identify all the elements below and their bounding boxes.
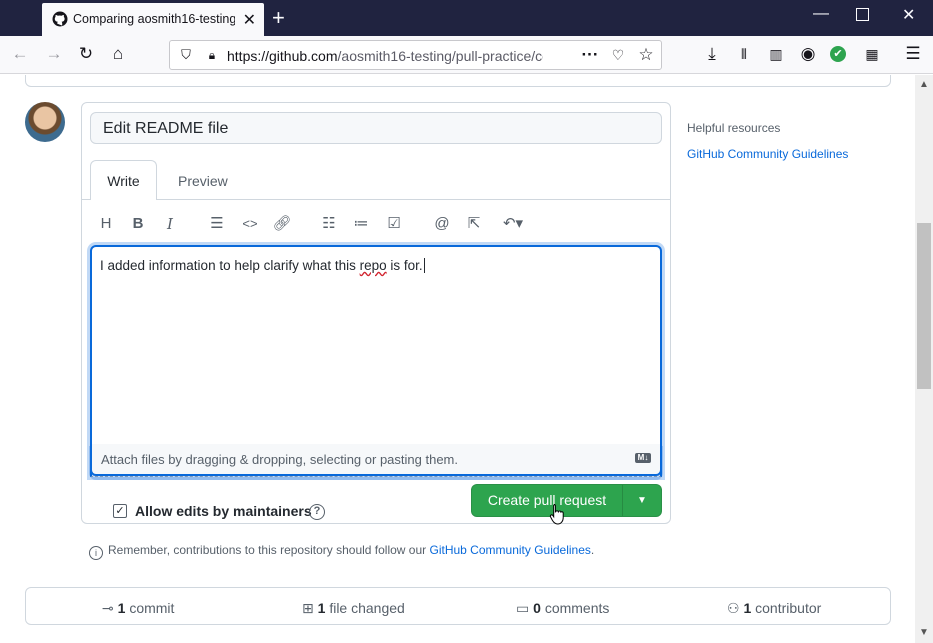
page-content: Edit README file Write Preview H B I ☰ <… <box>0 75 915 643</box>
markdown-icon[interactable]: M↓ <box>635 453 651 463</box>
account-icon[interactable]: ◉ <box>798 44 818 64</box>
tabs-divider <box>82 199 670 200</box>
heading-icon[interactable]: H <box>96 214 116 234</box>
window-close-icon[interactable]: ✕ <box>902 5 915 25</box>
downloads-icon[interactable]: ⤓ <box>702 44 722 64</box>
home-icon[interactable]: ⌂ <box>108 44 128 64</box>
files-count: 1 <box>317 600 326 616</box>
tab-preview[interactable]: Preview <box>178 173 228 189</box>
quote-icon[interactable]: ☰ <box>207 214 227 234</box>
browser-tabbar: Comparing aosmith16-testing: ✕ + — ✕ <box>0 0 933 36</box>
extension-check-icon[interactable]: ✔ <box>830 46 846 62</box>
back-icon[interactable]: ← <box>10 44 30 64</box>
contributors-label: contributor <box>755 600 822 616</box>
url-path: /aosmith16-testing/pull-practice/comp <box>337 48 543 64</box>
browser-navbar: ← → ↻ ⌂ ⛉ 🔒︎ https://github.com/aosmith1… <box>0 36 933 74</box>
comments-count: 0 <box>533 600 541 616</box>
extension-grid-icon[interactable]: ▦ <box>862 44 882 64</box>
sidebar-icon[interactable]: ▥ <box>766 44 786 64</box>
attach-files-bar[interactable]: Attach files by dragging & dropping, sel… <box>90 444 662 476</box>
hand-cursor-icon <box>549 504 564 525</box>
scrollbar-thumb[interactable] <box>917 223 931 389</box>
stat-files[interactable]: ⊞ 1 file changed <box>302 600 405 617</box>
ordered-list-icon[interactable]: ≔ <box>351 214 371 234</box>
pocket-icon[interactable]: ♡ <box>608 45 628 65</box>
code-icon[interactable]: <> <box>240 214 260 234</box>
helpful-resources-heading: Helpful resources <box>687 121 781 135</box>
commits-count: 1 <box>117 600 126 616</box>
library-icon[interactable]: ⫴ <box>734 44 754 64</box>
stat-commits[interactable]: ⊸ 1 commit <box>102 600 174 617</box>
allow-edits-label[interactable]: Allow edits by maintainers <box>135 503 312 519</box>
pr-body-textarea[interactable]: I added information to help clarify what… <box>90 245 662 477</box>
scroll-down-icon[interactable]: ▼ <box>919 627 929 638</box>
tab-title: Comparing aosmith16-testing: <box>73 12 235 26</box>
stat-contributors[interactable]: ⚇ 1 contributor <box>727 600 821 617</box>
minimize-icon[interactable]: — <box>813 5 829 23</box>
url-host: https://github.com <box>227 48 338 64</box>
task-list-icon[interactable]: ☑ <box>384 214 404 234</box>
menu-icon[interactable]: ☰ <box>903 44 923 64</box>
body-text-misspelled: repo <box>359 258 387 273</box>
chevron-down-icon[interactable]: ▼ <box>623 485 661 516</box>
notice-suffix: . <box>590 543 595 557</box>
help-icon[interactable]: ? <box>309 504 325 520</box>
page-scrollbar[interactable]: ▲ ▼ <box>915 75 933 643</box>
unordered-list-icon[interactable]: ☷ <box>319 214 339 234</box>
body-text-end: is for. <box>386 258 423 273</box>
pr-title-input[interactable]: Edit README file <box>90 112 662 144</box>
notice-text: Remember, contributions to this reposito… <box>108 543 430 557</box>
page-actions-icon[interactable]: ··· <box>580 45 600 65</box>
reload-icon[interactable]: ↻ <box>76 44 96 64</box>
contribution-notice: i Remember, contributions to this reposit… <box>89 543 594 560</box>
cross-reference-icon[interactable]: ⇱ <box>464 214 484 234</box>
maximize-icon[interactable] <box>856 8 869 21</box>
tab-write[interactable]: Write <box>90 160 157 200</box>
github-icon <box>52 11 68 27</box>
mention-icon[interactable]: @ <box>432 214 452 234</box>
avatar[interactable] <box>25 102 65 142</box>
community-guidelines-link[interactable]: GitHub Community Guidelines <box>687 147 848 161</box>
bookmark-star-icon[interactable]: ☆ <box>636 45 656 65</box>
forward-icon[interactable]: → <box>44 44 64 64</box>
bold-icon[interactable]: B <box>128 214 148 234</box>
create-pull-request-label[interactable]: Create pull request <box>472 485 622 516</box>
close-tab-icon[interactable]: ✕ <box>243 10 256 30</box>
compare-stats: ⊸ 1 commit ⊞ 1 file changed ▭ 0 comments… <box>25 587 891 625</box>
lock-icon[interactable]: 🔒︎ <box>202 45 222 65</box>
attach-hint: Attach files by dragging & dropping, sel… <box>101 452 458 467</box>
contributors-count: 1 <box>743 600 752 616</box>
previous-box <box>25 75 891 87</box>
body-text-start: I added information to help clarify what… <box>100 258 360 273</box>
allow-edits-checkbox[interactable]: ✓ <box>113 504 127 518</box>
create-pull-request-button[interactable]: Create pull request ▼ <box>471 484 662 517</box>
link-icon[interactable]: 🔗︎ <box>272 214 292 234</box>
comments-label: comments <box>544 600 610 616</box>
saved-replies-icon[interactable]: ↶▾ <box>498 214 528 234</box>
url-bar[interactable]: ⛉ 🔒︎ https://github.com/aosmith16-testin… <box>169 40 662 70</box>
info-icon: i <box>89 546 103 560</box>
notice-guidelines-link[interactable]: GitHub Community Guidelines <box>430 543 591 557</box>
stat-comments[interactable]: ▭ 0 comments <box>516 600 609 617</box>
new-tab-button[interactable]: + <box>272 5 285 31</box>
commits-label: commit <box>129 600 175 616</box>
browser-tab[interactable]: Comparing aosmith16-testing: ✕ <box>42 3 264 36</box>
shield-icon[interactable]: ⛉ <box>176 45 196 65</box>
scroll-up-icon[interactable]: ▲ <box>919 79 929 90</box>
files-label: file changed <box>329 600 405 616</box>
italic-icon[interactable]: I <box>160 214 180 234</box>
